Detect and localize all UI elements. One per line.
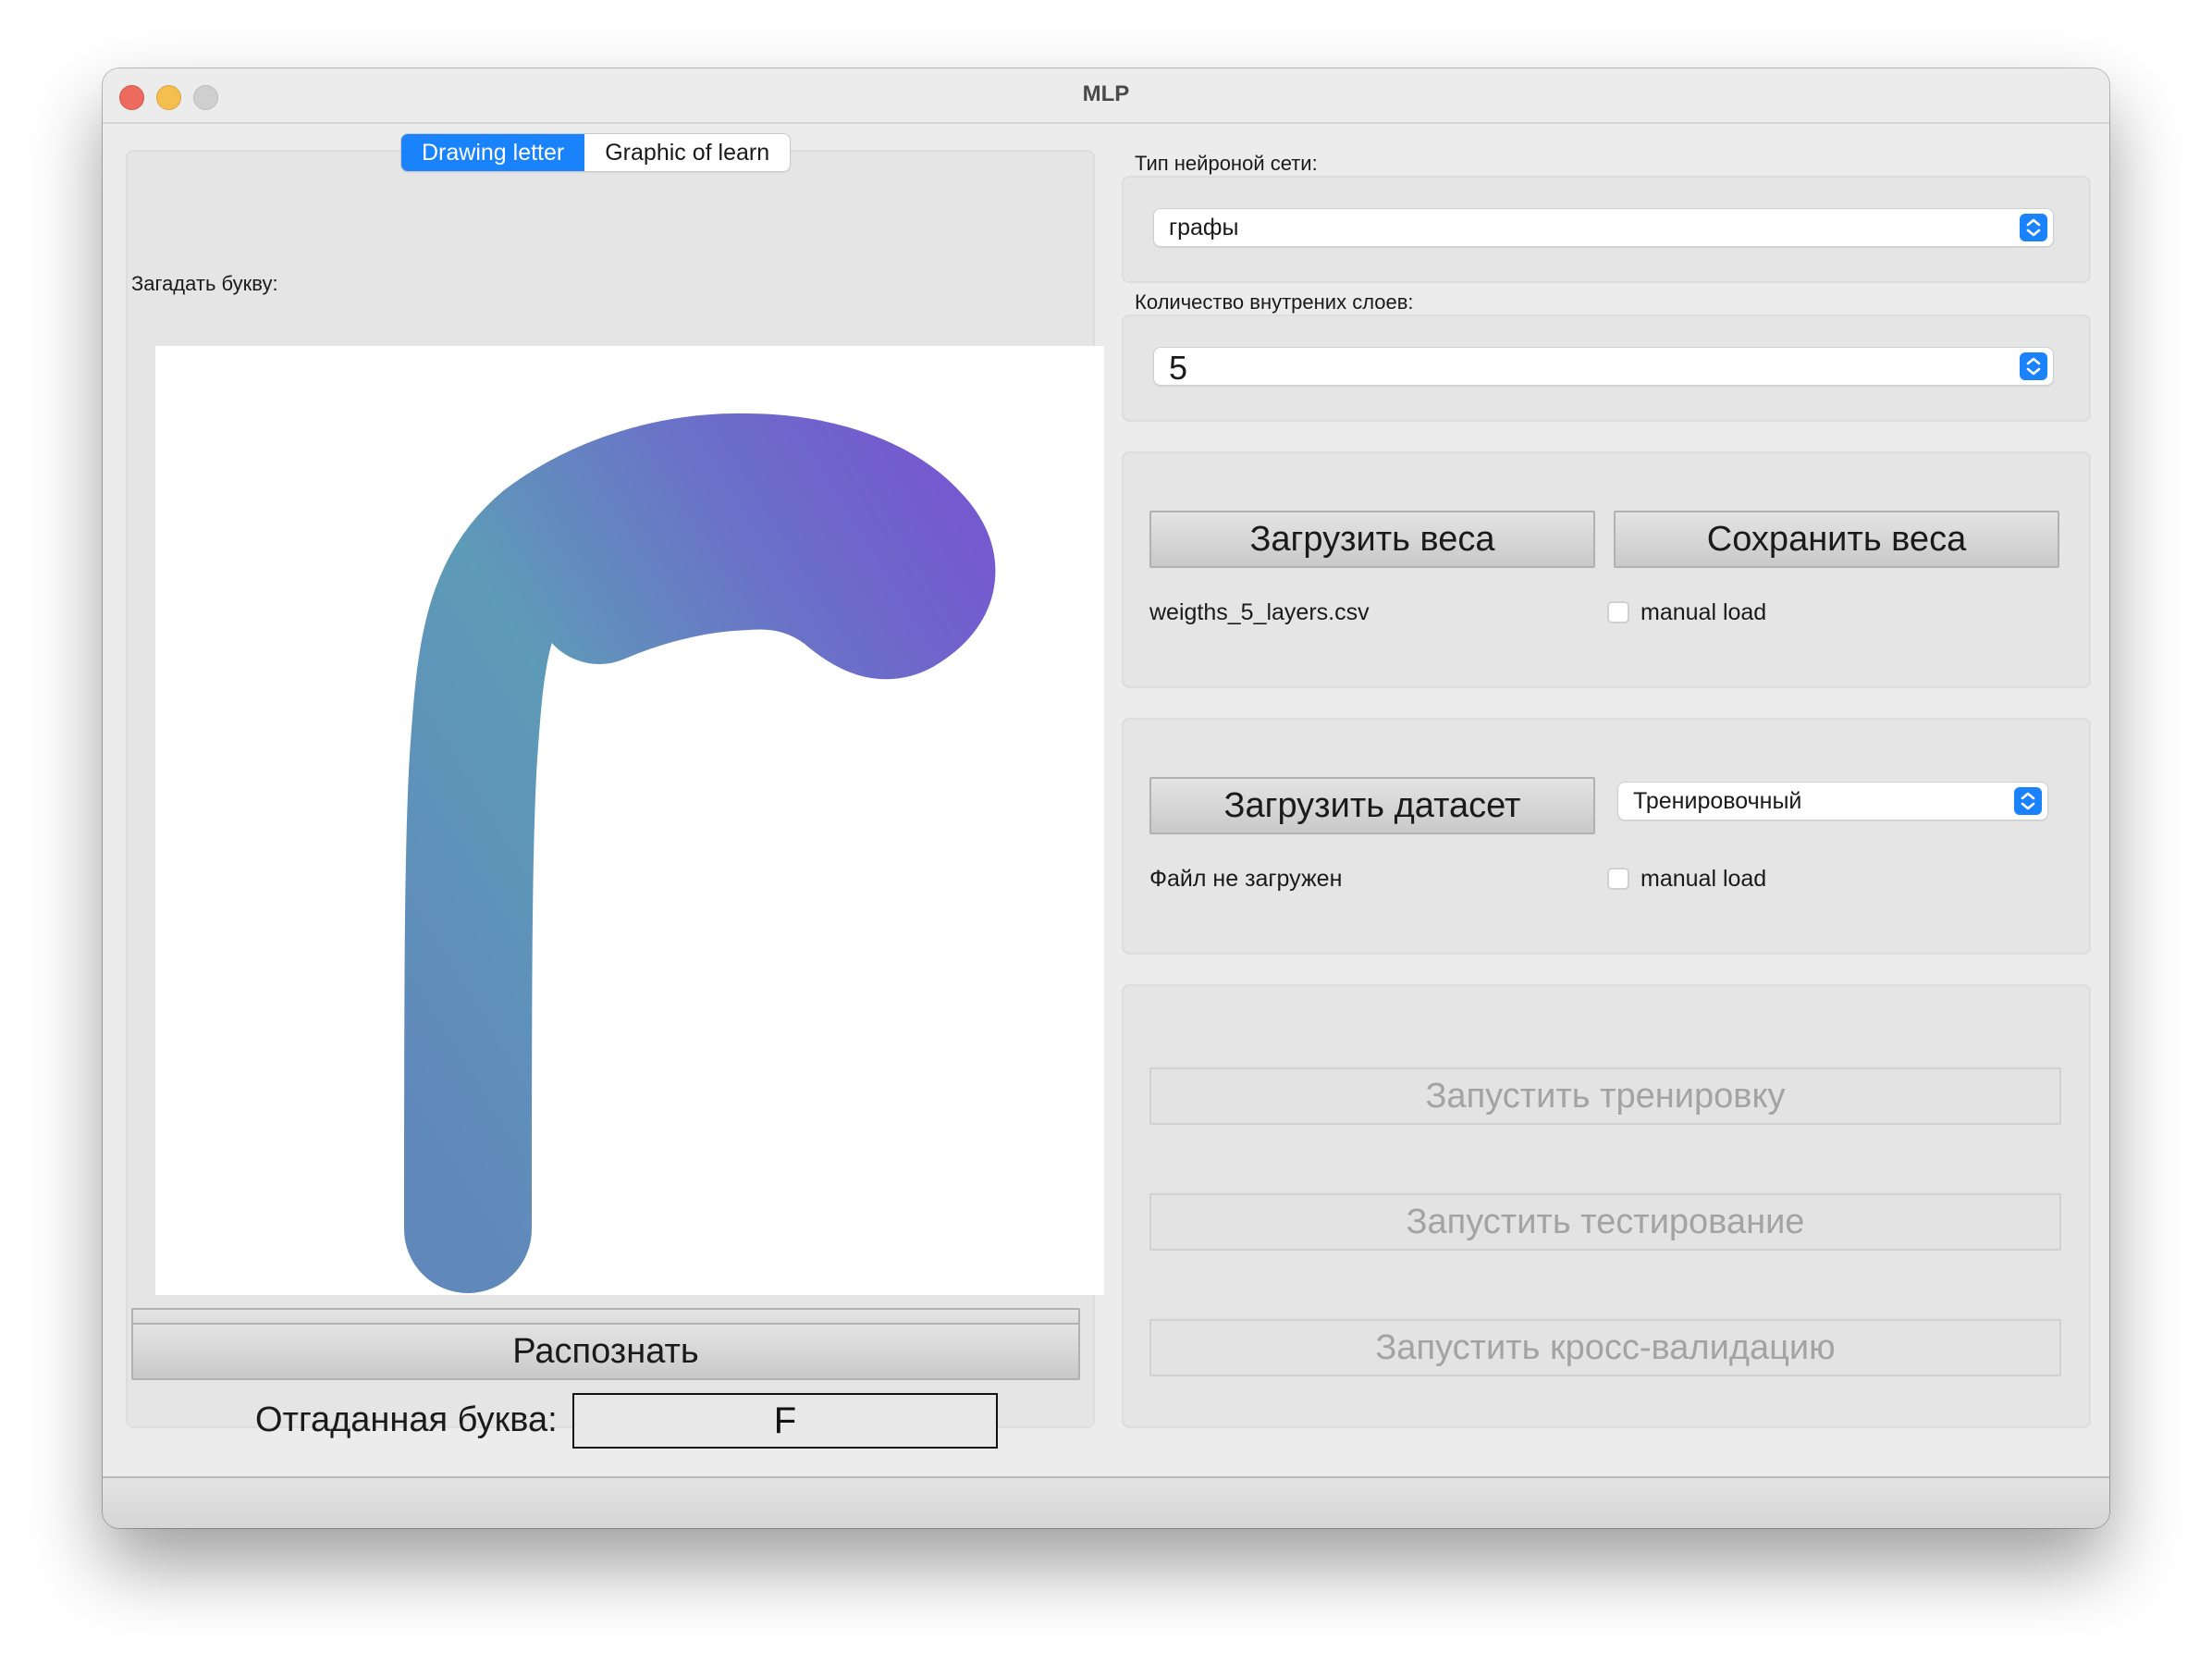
- dataset-manual-load-label: manual load: [1641, 866, 1767, 892]
- network-type-value: графы: [1169, 215, 1239, 240]
- tab-drawing-letter[interactable]: Drawing letter: [401, 134, 585, 171]
- actions-group: Запустить тренировку Запустить тестирова…: [1122, 984, 2091, 1428]
- status-bar: [103, 1476, 2109, 1528]
- recognize-button[interactable]: Распознать: [131, 1323, 1080, 1380]
- start-training-button[interactable]: Запустить тренировку: [1149, 1067, 2061, 1125]
- dataset-group: Загрузить датасет Тренировочный Файл не …: [1122, 718, 2091, 955]
- guessed-letter-label: Отгаданная буква:: [255, 1400, 558, 1439]
- dataset-type-select[interactable]: Тренировочный: [1618, 783, 2047, 820]
- dataset-manual-load-checkbox[interactable]: [1607, 868, 1629, 890]
- guessed-letter-value: F: [572, 1393, 998, 1449]
- layers-count-select[interactable]: 5: [1154, 348, 2053, 387]
- load-weights-button[interactable]: Загрузить веса: [1149, 511, 1595, 568]
- chevron-up-down-icon: [2020, 214, 2047, 241]
- load-dataset-button[interactable]: Загрузить датасет: [1149, 777, 1595, 834]
- window-title: MLP: [1082, 81, 1130, 106]
- guess-letter-label: Загадать букву:: [131, 272, 278, 295]
- weights-group: Загрузить веса Сохранить веса weigths_5_…: [1122, 451, 2091, 688]
- layers-count-value: 5: [1169, 349, 1188, 387]
- layers-count-label: Количество внутрених слоев:: [1135, 290, 1414, 314]
- dataset-type-value: Тренировочный: [1633, 788, 1802, 814]
- save-weights-button[interactable]: Сохранить веса: [1614, 511, 2059, 568]
- weights-file-name: weigths_5_layers.csv: [1149, 599, 1370, 625]
- tab-bar: Drawing letter Graphic of learn: [401, 134, 791, 171]
- start-cross-validation-button[interactable]: Запустить кросс-валидацию: [1149, 1319, 2061, 1376]
- drawing-canvas[interactable]: [155, 346, 1104, 1295]
- dataset-status: Файл не загружен: [1149, 866, 1343, 892]
- tab-graphic-of-learn[interactable]: Graphic of learn: [584, 134, 791, 171]
- start-testing-button[interactable]: Запустить тестирование: [1149, 1193, 2061, 1251]
- chevron-up-down-icon: [2014, 787, 2042, 815]
- network-type-label: Тип нейроной сети:: [1135, 152, 1318, 175]
- drawing-panel: Загадать букву:: [126, 150, 1104, 1428]
- weights-manual-load-checkbox[interactable]: [1607, 601, 1629, 623]
- weights-manual-load-label: manual load: [1641, 599, 1767, 625]
- chevron-up-down-icon: [2020, 352, 2047, 380]
- network-type-select[interactable]: графы: [1154, 209, 2053, 246]
- app-window: MLP Загадать букву: Drawing letter Graph…: [103, 68, 2109, 1528]
- drawn-letter-image: [404, 413, 996, 1293]
- title-bar: MLP: [103, 68, 2109, 124]
